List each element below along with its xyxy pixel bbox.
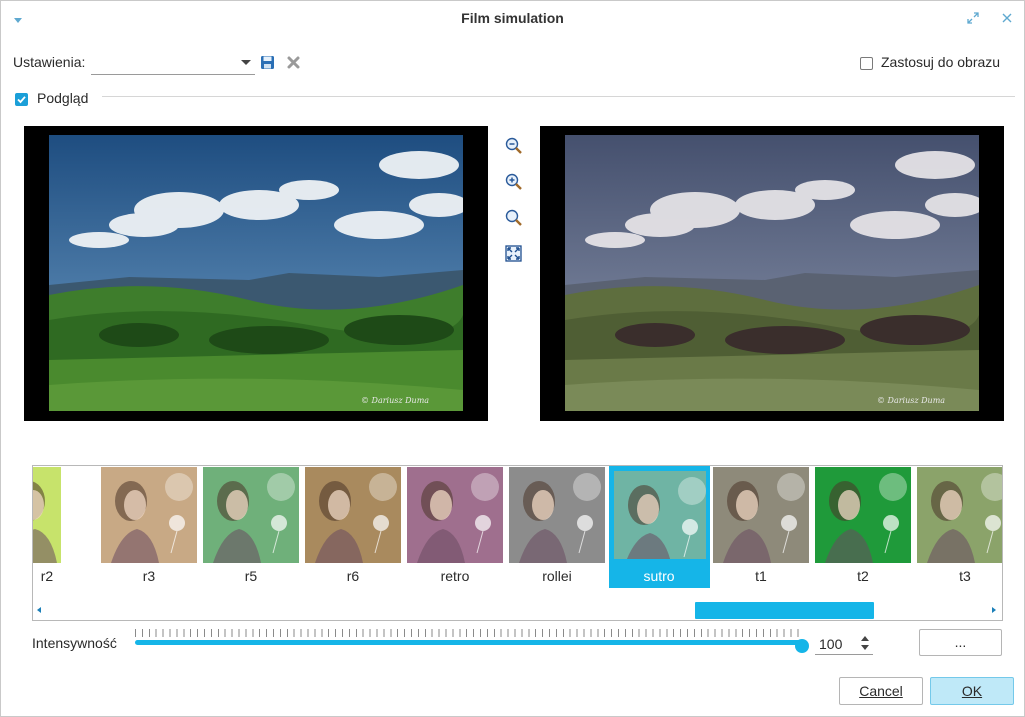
film-preset-retro[interactable]: retro xyxy=(407,466,507,588)
film-preset-sutro[interactable]: sutro xyxy=(609,466,710,588)
zoom-out-icon[interactable] xyxy=(504,136,524,156)
landscape-photo-simulated: © Dariusz Duma xyxy=(565,135,979,411)
simulated-preview[interactable]: © Dariusz Duma xyxy=(540,126,1004,421)
preset-name: t2 xyxy=(857,568,869,584)
checkbox-box-checked[interactable] xyxy=(15,92,28,106)
separator xyxy=(102,96,1015,97)
preset-thumbnail xyxy=(509,467,605,563)
window-title: Film simulation xyxy=(461,10,564,26)
intensity-slider[interactable] xyxy=(135,640,803,645)
delete-icon[interactable] xyxy=(286,55,301,70)
preset-thumbnail xyxy=(305,467,401,563)
landscape-photo-original: © Dariusz Duma xyxy=(49,135,463,411)
close-icon[interactable] xyxy=(999,10,1015,26)
preset-thumbnail xyxy=(612,469,708,561)
preset-thumbnail xyxy=(407,467,503,563)
preview-label: Podgląd xyxy=(37,90,89,106)
fit-to-window-icon[interactable] xyxy=(504,244,524,264)
settings-combobox[interactable] xyxy=(91,51,255,75)
maximize-icon[interactable] xyxy=(965,10,981,26)
film-preset-r5[interactable]: r5 xyxy=(203,466,303,588)
preset-name: r5 xyxy=(244,568,258,584)
preset-thumbnail xyxy=(917,467,1002,563)
intensity-label: Intensywność xyxy=(32,635,117,651)
intensity-spinbox[interactable]: 100 xyxy=(815,633,873,655)
cancel-button[interactable]: Cancel xyxy=(839,677,923,705)
scroll-right-icon[interactable] xyxy=(992,607,996,613)
spin-up-icon[interactable] xyxy=(861,636,869,641)
film-presets-list: r2 r3 r5 r6 retro rollei sutro t1 t2 t3 xyxy=(33,466,1002,588)
zoom-100-icon[interactable] xyxy=(504,208,524,228)
scroll-left-icon[interactable] xyxy=(37,607,41,613)
preset-name: retro xyxy=(440,568,470,584)
film-simulation-dialog: Film simulation Ustawienia: Zastosuj do … xyxy=(0,0,1025,717)
preset-thumbnail xyxy=(713,467,809,563)
preview-checkbox[interactable]: Podgląd xyxy=(15,90,88,108)
slider-ticks xyxy=(135,629,803,637)
film-preset-t3[interactable]: t3 xyxy=(917,466,1002,588)
film-preset-r2[interactable]: r2 xyxy=(33,466,99,588)
scrollbar-thumb[interactable] xyxy=(695,602,874,619)
checkbox-box[interactable] xyxy=(860,56,873,70)
original-preview[interactable]: © Dariusz Duma xyxy=(24,126,488,421)
film-preset-r6[interactable]: r6 xyxy=(305,466,405,588)
film-preset-t1[interactable]: t1 xyxy=(713,466,813,588)
apply-to-image-checkbox[interactable]: Zastosuj do obrazu xyxy=(860,54,1000,72)
cancel-button-label: Cancel xyxy=(859,683,903,699)
more-options-button[interactable]: ... xyxy=(919,629,1002,656)
intensity-value[interactable]: 100 xyxy=(819,636,842,652)
save-icon[interactable] xyxy=(260,55,275,70)
film-presets-strip[interactable]: r2 r3 r5 r6 retro rollei sutro t1 t2 t3 xyxy=(32,465,1003,621)
spin-down-icon[interactable] xyxy=(861,645,869,650)
preset-thumbnail xyxy=(203,467,299,563)
svg-text:© Dariusz Duma: © Dariusz Duma xyxy=(361,396,429,405)
zoom-in-icon[interactable] xyxy=(504,172,524,192)
film-preset-r3[interactable]: r3 xyxy=(101,466,201,588)
horizontal-scrollbar[interactable] xyxy=(33,600,1002,620)
zoom-toolbar xyxy=(504,136,524,280)
preset-name: t1 xyxy=(755,568,767,584)
ok-button[interactable]: OK xyxy=(930,677,1014,705)
film-preset-t2[interactable]: t2 xyxy=(815,466,915,588)
title-bar: Film simulation xyxy=(1,1,1024,35)
apply-to-image-label: Zastosuj do obrazu xyxy=(881,54,1001,70)
preset-name: sutro xyxy=(643,568,675,584)
intensity-slider-handle[interactable] xyxy=(795,639,809,653)
preset-name: r2 xyxy=(40,568,54,584)
preset-name: r3 xyxy=(142,568,156,584)
preset-thumbnail xyxy=(101,467,197,563)
svg-text:© Dariusz Duma: © Dariusz Duma xyxy=(877,396,945,405)
ok-button-label: OK xyxy=(961,683,983,699)
preset-name: r6 xyxy=(346,568,360,584)
film-preset-rollei[interactable]: rollei xyxy=(509,466,609,588)
chevron-down-icon[interactable] xyxy=(241,60,251,65)
preset-thumbnail xyxy=(33,467,61,563)
preset-thumbnail xyxy=(815,467,911,563)
preset-name: rollei xyxy=(542,568,572,584)
settings-label: Ustawienia: xyxy=(13,54,86,70)
preset-name: t3 xyxy=(959,568,971,584)
